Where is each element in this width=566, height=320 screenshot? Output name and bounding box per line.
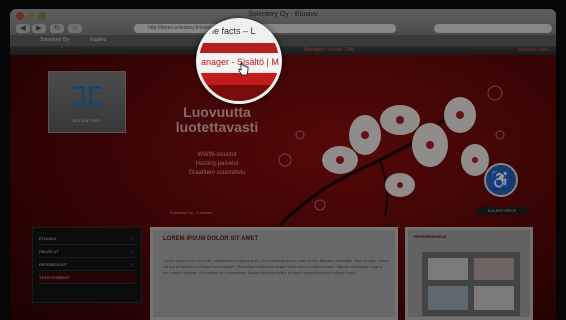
bookmark-item[interactable]: Etusivu [90, 37, 106, 44]
hero-title-line2: luotettavasti [175, 119, 259, 135]
logout-link[interactable]: Kirjaudu ulos [519, 47, 548, 53]
chevron-right-icon: › [131, 262, 133, 268]
thumbnail-tile [428, 258, 468, 280]
admin-manager-link[interactable]: Manager - Sisältö | Me [304, 47, 354, 53]
logo-mark-icon [73, 86, 101, 106]
thumbnail-tile [474, 258, 514, 280]
site-tag[interactable]: SOLENTORY.FI [476, 207, 528, 215]
bookmark-item[interactable]: Solentory Oy [40, 37, 69, 44]
reference-thumbnail[interactable] [422, 252, 520, 316]
sidebar-item-referenssit[interactable]: REFERENSSIT › [39, 260, 135, 271]
reference-box: REFERENSSEJÄ [405, 227, 533, 320]
thumbnail-tile [474, 286, 514, 310]
reload-icon[interactable]: ↻ [50, 24, 64, 33]
hero-service-line: Hosting-palvelut [195, 161, 239, 167]
sidebar-item-palvelut[interactable]: PALVELUT › [39, 247, 135, 258]
side-menu: ETUSIVU › PALVELUT › REFERENSSIT › YHTEYSTI… [32, 227, 142, 303]
titlebar: Solentory Oy · Etusivu [10, 9, 556, 23]
screenshot: Solentory Oy · Etusivu ◀ ▶ ↻ ⌂ http://de… [0, 0, 566, 320]
menu-label: YHTEYSTIEDOT [39, 275, 70, 280]
hero-service-line: Graafinen suunnittelu [188, 170, 246, 176]
admin-bar: Manager - Sisältö | Me Kirjaudu ulos [10, 46, 556, 55]
content-text: Lorem ipsum dolor sit amet, consectetur … [163, 258, 389, 275]
window-title: Solentory Oy · Etusivu [248, 11, 318, 18]
magnified-window-title: he facts – L [209, 26, 256, 36]
home-icon[interactable]: ⌂ [68, 24, 82, 33]
thumbnail-tile [428, 286, 468, 310]
magnifier-lens: he facts – L anager - Sisältö | Me [196, 18, 282, 104]
hero-title: Luovuutta luotettavasti [162, 105, 272, 135]
magnified-toolbar-band [199, 43, 279, 53]
hero-title-line1: Luovuutta [183, 104, 251, 120]
main-content-box: LOREM IPSUM DOLOR SIT AMET Lorem ipsum d… [150, 227, 398, 320]
search-field[interactable] [434, 24, 552, 33]
menu-label: ETUSIVU [39, 236, 57, 241]
site-logo[interactable]: SOLENTORY [48, 71, 126, 133]
hero-footnote: Solentory Oy - Y-tunnus [170, 210, 213, 215]
back-arrow-icon[interactable]: ◀ [16, 24, 30, 33]
chevron-right-icon: › [131, 236, 133, 242]
sidebar-item-etusivu[interactable]: ETUSIVU › [39, 234, 135, 245]
bookmarks-bar: Solentory Oy Etusivu [10, 35, 556, 46]
sidebar-item-yhteystiedot[interactable]: YHTEYSTIEDOT [39, 273, 135, 284]
content-heading: LOREM IPSUM DOLOR SIT AMET [163, 236, 259, 242]
hero-service-line: WWW-sivustot [197, 152, 237, 158]
reference-title: REFERENSSEJÄ [414, 234, 447, 239]
logo-text: SOLENTORY [72, 118, 102, 123]
browser-chrome: Solentory Oy · Etusivu ◀ ▶ ↻ ⌂ http://de… [10, 9, 556, 46]
forward-arrow-icon[interactable]: ▶ [32, 24, 46, 33]
hand-cursor-icon [238, 62, 249, 76]
website-canvas: SOLENTORY Luovuutta luotettavasti WWW-si… [10, 55, 556, 320]
browser-toolbar: ◀ ▶ ↻ ⌂ http://demo.solentory.fi/index.p… [10, 23, 556, 35]
accessibility-icon[interactable]: ♿ [484, 163, 518, 197]
menu-label: REFERENSSIT [39, 262, 68, 267]
chevron-right-icon: › [131, 249, 133, 255]
menu-label: PALVELUT [39, 249, 59, 254]
